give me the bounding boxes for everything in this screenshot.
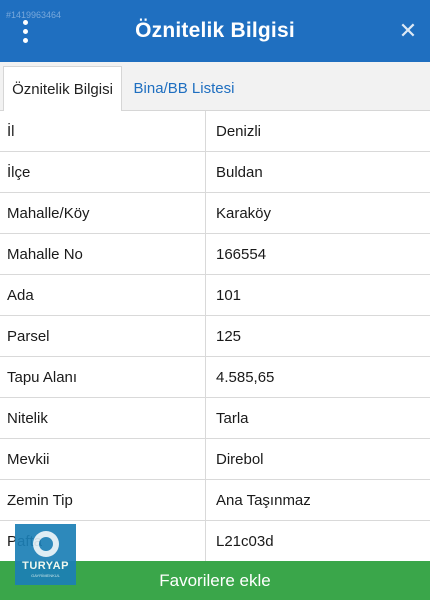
logo-text: TURYAP xyxy=(22,560,69,572)
row-key: Mevkii xyxy=(0,439,206,479)
close-icon[interactable]: ✕ xyxy=(396,18,420,44)
table-row: Nitelik Tarla xyxy=(0,398,430,439)
page-title: Öznitelik Bilgisi xyxy=(135,19,295,42)
table-row: Tapu Alanı 4.585,65 xyxy=(0,357,430,398)
row-key: Parsel xyxy=(0,316,206,356)
row-value: Direbol xyxy=(216,450,264,468)
row-value: 166554 xyxy=(216,245,267,263)
more-vertical-icon[interactable] xyxy=(14,16,36,46)
row-key: İl xyxy=(0,111,206,151)
app-header: #1419963464 Öznitelik Bilgisi ✕ xyxy=(0,0,430,62)
row-value: 125 xyxy=(216,327,242,345)
row-key: Mahalle No xyxy=(0,234,206,274)
logo-subtext: GAYRİMENKUL xyxy=(31,573,60,578)
table-row: Parsel 125 xyxy=(0,316,430,357)
row-value: Ana Taşınmaz xyxy=(216,491,311,509)
tab-bina-bb-listesi[interactable]: Bina/BB Listesi xyxy=(122,66,246,111)
table-row: Mahalle/Köy Karaköy xyxy=(0,193,430,234)
tab-bar: Öznitelik Bilgisi Bina/BB Listesi xyxy=(0,62,430,111)
row-value: 4.585,65 xyxy=(216,368,275,386)
row-value: Tarla xyxy=(216,409,249,427)
table-row: İlçe Buldan xyxy=(0,152,430,193)
row-value: L21c03d xyxy=(216,532,274,550)
row-key: İlçe xyxy=(0,152,206,192)
table-row: İl Denizli xyxy=(0,111,430,152)
attribute-table: İl Denizli İlçe Buldan Mahalle/Köy Karak… xyxy=(0,111,430,562)
row-key: Zemin Tip xyxy=(0,480,206,520)
row-key: Mahalle/Köy xyxy=(0,193,206,233)
row-value: Buldan xyxy=(216,163,263,181)
row-value: 101 xyxy=(216,286,242,304)
row-value: Denizli xyxy=(216,122,262,140)
table-row: Ada 101 xyxy=(0,275,430,316)
row-key: Tapu Alanı xyxy=(0,357,206,397)
table-row: Mahalle No 166554 xyxy=(0,234,430,275)
turyap-logo: TURYAP GAYRİMENKUL xyxy=(15,524,76,585)
row-value: Karaköy xyxy=(216,204,272,222)
tab-oznitelik-bilgisi[interactable]: Öznitelik Bilgisi xyxy=(3,66,122,111)
table-row: Mevkii Direbol xyxy=(0,439,430,480)
table-row: Zemin Tip Ana Taşınmaz xyxy=(0,480,430,521)
row-key: Ada xyxy=(0,275,206,315)
logo-mark-icon xyxy=(32,531,59,557)
row-key: Nitelik xyxy=(0,398,206,438)
